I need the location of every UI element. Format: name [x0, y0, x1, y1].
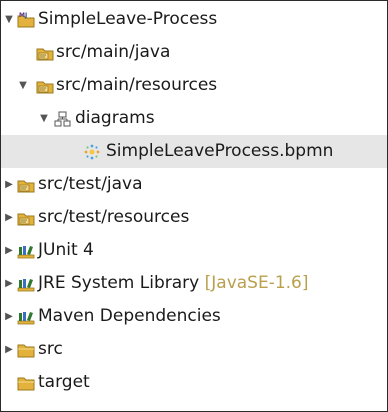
tree-item-label: diagrams — [75, 108, 155, 128]
tree-item-label: Maven Dependencies — [38, 306, 221, 326]
tree-item-label: src/main/resources — [56, 75, 218, 95]
maven-project-icon: M J — [17, 11, 35, 29]
tree-item-label-group: JRE System Library [JavaSE-1.6] — [38, 267, 309, 300]
library-icon — [17, 308, 35, 326]
tree-item-decoration: [JavaSE-1.6] — [204, 273, 309, 293]
tree-item-simpleleaveprocess-bpmn[interactable]: SimpleLeaveProcess.bpmn — [1, 135, 387, 168]
collapsed-arrow-icon[interactable]: ▶ — [4, 234, 14, 267]
bpmn-file-icon — [83, 143, 101, 161]
library-icon — [17, 275, 35, 293]
tree-item-label: SimpleLeaveProcess.bpmn — [106, 141, 334, 161]
project-explorer-tree: ▼ M J SimpleLeave-Process src/main/java … — [0, 0, 388, 412]
tree-item-src[interactable]: ▶ src — [1, 333, 387, 366]
tree-item-src-main-resources[interactable]: ▼ src/main/resources — [1, 69, 387, 102]
folder-icon — [17, 341, 35, 359]
svg-text:J: J — [24, 12, 27, 19]
expanded-arrow-icon[interactable]: ▼ — [39, 102, 49, 135]
tree-item-label: src/main/java — [56, 42, 171, 62]
tree-item-label: JUnit 4 — [38, 240, 94, 260]
collapsed-arrow-icon[interactable]: ▶ — [4, 267, 14, 300]
tree-item-label: target — [38, 372, 90, 392]
tree-item-jre-system-library[interactable]: ▶ JRE System Library [JavaSE-1.6] — [1, 267, 387, 300]
tree-item-junit-4[interactable]: ▶ JUnit 4 — [1, 234, 387, 267]
tree-item-maven-dependencies[interactable]: ▶ Maven Dependencies — [1, 300, 387, 333]
tree-item-label: src — [38, 339, 63, 359]
expanded-arrow-icon[interactable]: ▼ — [18, 69, 28, 102]
tree-item-simpleleave-process[interactable]: ▼ M J SimpleLeave-Process — [1, 3, 387, 36]
collapsed-arrow-icon[interactable]: ▶ — [4, 201, 14, 234]
tree-item-src-test-java[interactable]: ▶ src/test/java — [1, 168, 387, 201]
expanded-arrow-icon[interactable]: ▼ — [4, 3, 14, 36]
collapsed-arrow-icon[interactable]: ▶ — [4, 168, 14, 201]
tree-item-label: JRE System Library — [38, 273, 200, 293]
tree-item-target[interactable]: target — [1, 366, 387, 399]
library-icon — [17, 242, 35, 260]
tree-item-label: src/test/resources — [38, 207, 190, 227]
tree-item-diagrams[interactable]: ▼ diagrams — [1, 102, 387, 135]
tree-item-label: SimpleLeave-Process — [38, 9, 218, 29]
source-folder-icon — [36, 77, 54, 95]
tree-item-label: src/test/java — [38, 174, 143, 194]
source-folder-icon — [17, 176, 35, 194]
tree-item-src-main-java[interactable]: src/main/java — [1, 36, 387, 69]
collapsed-arrow-icon[interactable]: ▶ — [4, 333, 14, 366]
folder-icon — [17, 374, 35, 392]
package-icon — [54, 110, 72, 128]
tree-item-src-test-resources[interactable]: ▶ src/test/resources — [1, 201, 387, 234]
collapsed-arrow-icon[interactable]: ▶ — [4, 300, 14, 333]
source-folder-icon — [36, 44, 54, 62]
source-folder-icon — [17, 209, 35, 227]
